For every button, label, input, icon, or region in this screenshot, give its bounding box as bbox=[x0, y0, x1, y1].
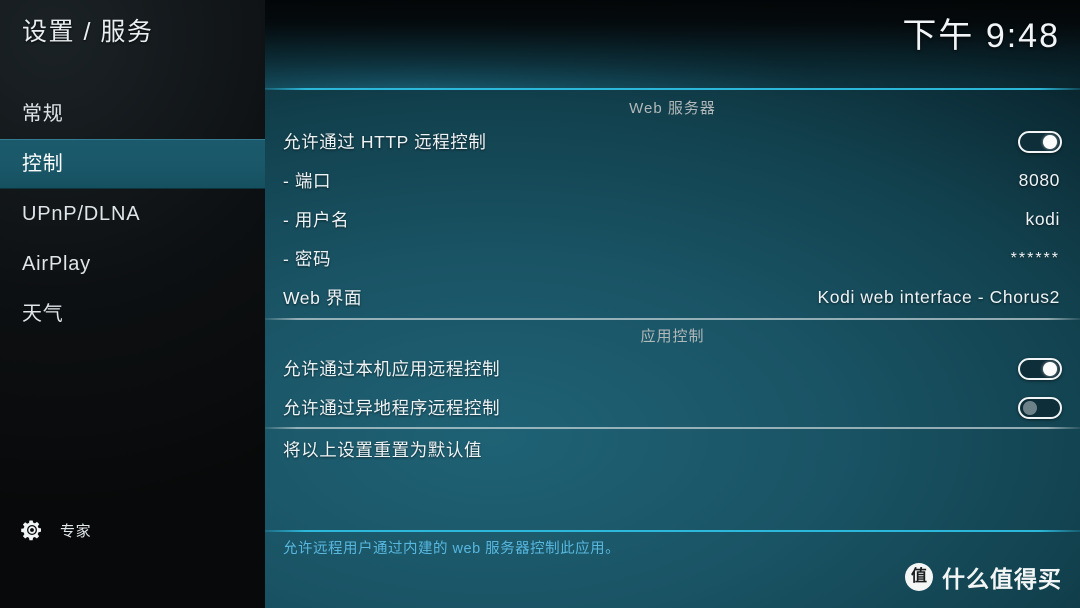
value-username: kodi bbox=[1025, 209, 1060, 229]
sidebar-item-label: 常规 bbox=[22, 103, 64, 125]
sidebar-item-label: 控制 bbox=[22, 153, 64, 175]
kodi-settings-screen: Web 服务器 允许通过 HTTP 远程控制 - 端口 8080 - 用户名 k… bbox=[0, 0, 1080, 608]
row-label: - 密码 bbox=[283, 249, 332, 269]
sidebar-item-airplay[interactable]: AirPlay bbox=[0, 239, 265, 289]
sidebar-item-control[interactable]: 控制 bbox=[0, 139, 265, 189]
row-label: 允许通过 HTTP 远程控制 bbox=[283, 132, 487, 152]
gear-icon bbox=[21, 520, 41, 541]
section-header-web-server: Web 服务器 bbox=[629, 100, 716, 117]
watermark-logo: 值 bbox=[905, 563, 933, 591]
row-label: 允许通过异地程序远程控制 bbox=[283, 398, 501, 418]
value-port: 8080 bbox=[1018, 170, 1060, 190]
clock: 下午 9:48 bbox=[902, 17, 1060, 55]
sidebar-nav: 常规 控制 UPnP/DLNA AirPlay 天气 bbox=[0, 89, 265, 339]
toggle-allow-remote-app-remote-control[interactable] bbox=[1018, 396, 1062, 419]
watermark-text: 什么值得买 bbox=[942, 566, 1062, 592]
toggle-knob bbox=[1043, 134, 1057, 149]
section-header-application-control: 应用控制 bbox=[640, 328, 705, 345]
row-web-interface[interactable]: Web 界面 Kodi web interface - Chorus2 bbox=[265, 278, 1080, 317]
row-allow-http-remote-control[interactable]: 允许通过 HTTP 远程控制 bbox=[265, 122, 1080, 161]
row-reset-to-defaults[interactable]: 将以上设置重置为默认值 bbox=[265, 430, 1080, 469]
sidebar-item-label: UPnP/DLNA bbox=[22, 203, 141, 225]
panel-top-divider bbox=[265, 88, 1080, 90]
row-username[interactable]: - 用户名 kodi bbox=[265, 200, 1080, 239]
toggle-knob bbox=[1043, 361, 1057, 376]
sidebar-item-upnp-dlna[interactable]: UPnP/DLNA bbox=[0, 189, 265, 239]
value-web-interface: Kodi web interface - Chorus2 bbox=[817, 287, 1060, 307]
toggle-allow-http-remote-control[interactable] bbox=[1018, 130, 1062, 153]
sidebar-item-weather[interactable]: 天气 bbox=[0, 289, 265, 339]
settings-level-label: 专家 bbox=[60, 522, 92, 540]
watermark: 值 什么值得买 bbox=[905, 560, 1062, 594]
row-allow-remote-app-remote-control[interactable]: 允许通过异地程序远程控制 bbox=[265, 388, 1080, 427]
sidebar-item-general[interactable]: 常规 bbox=[0, 89, 265, 139]
sidebar: 设置 / 服务 常规 控制 UPnP/DLNA AirPlay 天气 专家 bbox=[0, 0, 265, 608]
value-password: ****** bbox=[1010, 249, 1060, 267]
row-label: 允许通过本机应用远程控制 bbox=[283, 359, 501, 379]
row-label: 将以上设置重置为默认值 bbox=[283, 440, 483, 460]
toggle-allow-local-app-remote-control[interactable] bbox=[1018, 357, 1062, 380]
help-description: 允许远程用户通过内建的 web 服务器控制此应用。 bbox=[283, 541, 621, 557]
section-divider-1 bbox=[265, 318, 1080, 320]
page-title: 设置 / 服务 bbox=[22, 18, 154, 46]
row-label: - 端口 bbox=[283, 171, 332, 191]
row-password[interactable]: - 密码 ****** bbox=[265, 239, 1080, 278]
row-label: - 用户名 bbox=[283, 210, 350, 230]
sidebar-item-label: AirPlay bbox=[22, 253, 91, 275]
row-allow-local-app-remote-control[interactable]: 允许通过本机应用远程控制 bbox=[265, 349, 1080, 388]
sidebar-item-label: 天气 bbox=[22, 303, 64, 325]
settings-level-selector[interactable]: 专家 bbox=[20, 518, 91, 542]
row-port[interactable]: - 端口 8080 bbox=[265, 161, 1080, 200]
row-label: Web 界面 bbox=[283, 288, 363, 308]
section-divider-2 bbox=[265, 427, 1080, 429]
settings-panel: Web 服务器 允许通过 HTTP 远程控制 - 端口 8080 - 用户名 k… bbox=[265, 0, 1080, 608]
panel-bottom-divider bbox=[265, 530, 1080, 532]
toggle-knob bbox=[1023, 400, 1037, 415]
